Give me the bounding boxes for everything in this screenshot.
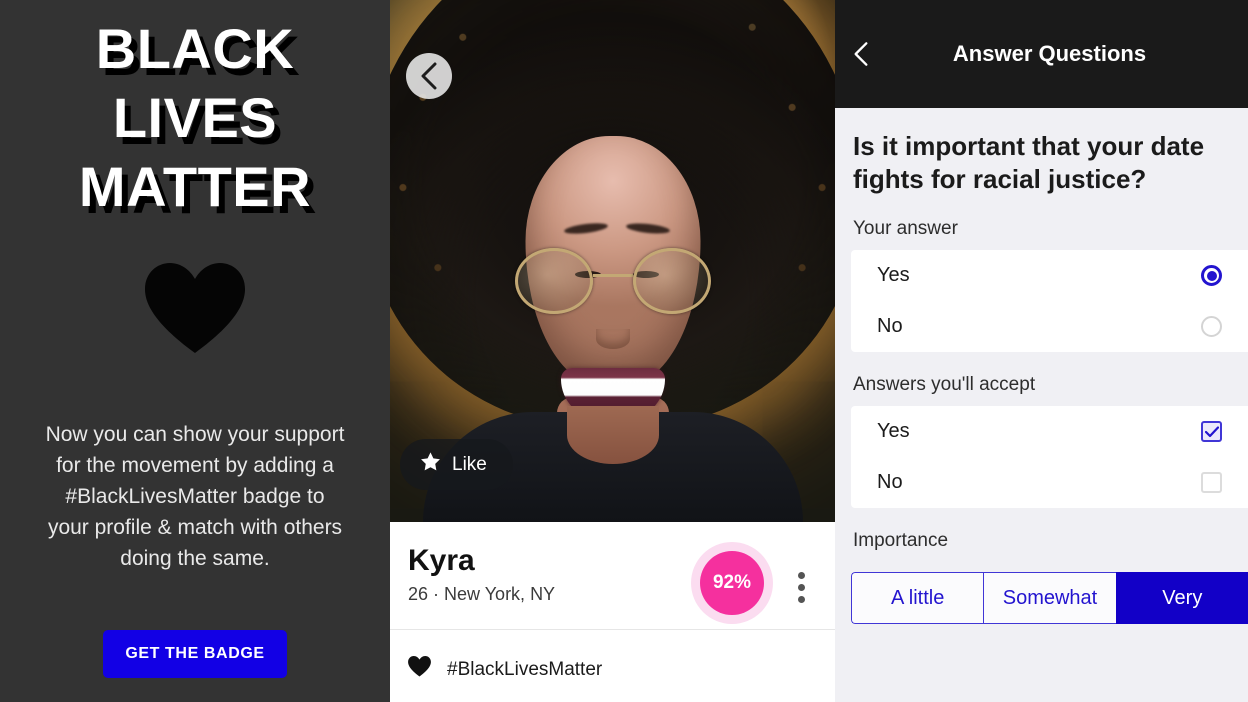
option-label: Yes [877, 264, 910, 286]
app-screen: BLACK LIVES MATTER Now you can show your… [0, 0, 1248, 702]
answer-questions-panel: Answer Questions Is it important that yo… [835, 0, 1248, 702]
blm-promo-panel: BLACK LIVES MATTER Now you can show your… [0, 0, 390, 702]
photo-glasses [514, 247, 711, 314]
kebab-menu-icon[interactable] [798, 572, 805, 608]
kebab-dot [798, 572, 805, 579]
importance-label: Importance [853, 530, 949, 551]
photo-lens-right [632, 247, 711, 314]
your-answer-option-yes[interactable]: Yes [851, 250, 1248, 301]
heart-icon [408, 656, 431, 683]
blm-title: BLACK LIVES MATTER [0, 14, 390, 221]
star-icon [420, 451, 441, 478]
radio-no-unselected[interactable] [1201, 316, 1222, 337]
question-header-title: Answer Questions [952, 41, 1147, 66]
profile-header: Kyra 26 · New York, NY 92% [390, 522, 835, 630]
your-answer-option-no[interactable]: No [851, 301, 1248, 352]
option-label: No [877, 315, 903, 337]
kebab-dot [798, 584, 805, 591]
accepted-option-no[interactable]: No [851, 457, 1248, 508]
photo-lens-left [514, 247, 593, 314]
accepted-answers-label: Answers you'll accept [853, 374, 1036, 395]
your-answer-options: Yes No [851, 250, 1248, 352]
importance-option-very[interactable]: Very [1115, 572, 1248, 624]
profile-photo: Like [390, 0, 835, 522]
option-label: No [877, 471, 903, 493]
importance-option-a-little[interactable]: A little [851, 572, 984, 624]
photo-nose [596, 329, 630, 349]
check-icon [1204, 425, 1219, 437]
profile-card-panel: Like Kyra 26 · New York, NY 92% #BlackLi… [390, 0, 835, 702]
match-percent-badge[interactable]: 92% [691, 542, 773, 624]
blm-title-line-2: LIVES [112, 86, 278, 149]
profile-tag-label: #BlackLivesMatter [447, 658, 603, 680]
importance-option-somewhat[interactable]: Somewhat [983, 572, 1116, 624]
radio-yes-selected[interactable] [1201, 265, 1222, 286]
question-text: Is it important that your date fights fo… [853, 131, 1205, 194]
question-header: Answer Questions [835, 0, 1248, 108]
blm-title-line-1: BLACK [95, 17, 295, 80]
get-the-badge-button[interactable]: GET THE BADGE [103, 630, 287, 678]
like-label: Like [452, 453, 487, 475]
like-button[interactable]: Like [400, 439, 513, 490]
importance-segmented-control: A little Somewhat Very [851, 572, 1248, 624]
blm-title-line-3: MATTER [78, 155, 312, 218]
option-label: Yes [877, 420, 910, 442]
promo-description: Now you can show your support for the mo… [45, 423, 345, 570]
accepted-answers-options: Yes No [851, 406, 1248, 508]
accepted-option-yes[interactable]: Yes [851, 406, 1248, 457]
match-percent-value: 92% [700, 551, 764, 615]
your-answer-label: Your answer [853, 218, 958, 239]
photo-glasses-bridge [592, 273, 633, 277]
profile-tag-row: #BlackLivesMatter [390, 630, 835, 683]
profile-tag-row-partial [390, 683, 835, 702]
chevron-left-icon [854, 42, 868, 66]
kebab-dot [798, 596, 805, 603]
chevron-left-icon [421, 62, 437, 90]
checkbox-yes-checked[interactable] [1201, 421, 1222, 442]
checkbox-no-unchecked[interactable] [1201, 472, 1222, 493]
heart-icon [145, 263, 245, 355]
photo-back-button[interactable] [406, 53, 452, 99]
